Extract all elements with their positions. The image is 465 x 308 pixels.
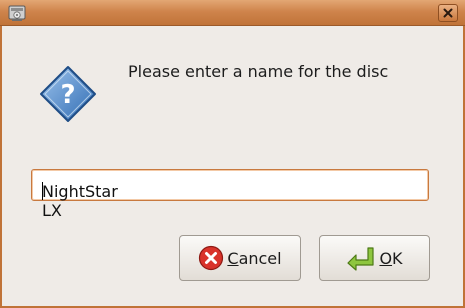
prompt-text: Please enter a name for the disc [128,62,389,81]
title-bar[interactable] [0,0,465,26]
close-icon [443,8,453,18]
window-frame-left [0,26,2,308]
ok-label: OK [379,248,403,268]
text-caret [42,182,43,200]
question-icon: ? [38,64,98,124]
ok-button[interactable]: OK [319,235,430,281]
enter-arrow-icon [347,247,375,271]
disc-burner-icon[interactable] [7,3,27,23]
svg-text:?: ? [60,80,75,110]
close-button[interactable] [438,4,458,22]
disc-name-value: NightStar LX [42,182,118,220]
cancel-icon [199,245,224,271]
disc-name-input[interactable]: NightStar LX [31,169,429,220]
cancel-label: Cancel [227,248,282,268]
cancel-button[interactable]: Cancel [179,235,301,281]
